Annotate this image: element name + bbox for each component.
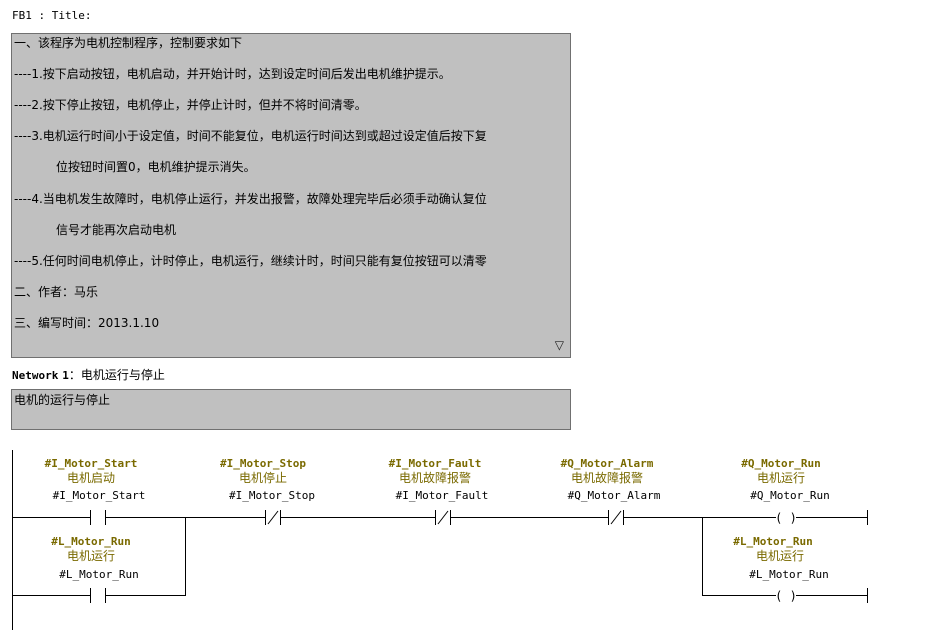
contact-address: #I_Motor_Start [53, 489, 146, 502]
comment-line: ----4.当电机发生故障时，电机停止运行，并发出报警，故障处理完毕后必须手动确… [14, 192, 487, 206]
coil-address: #Q_Motor_Run [750, 489, 829, 502]
comment-line: 位按钮时间置0，电机维护提示消失。 [56, 160, 256, 174]
contact-address: #Q_Motor_Alarm [568, 489, 661, 502]
comment-line: 一、该程序为电机控制程序，控制要求如下 [14, 36, 243, 50]
network-title: Network 1：电机运行与停止 [12, 366, 165, 383]
contact-slash [267, 510, 279, 525]
contact-comment: 电机停止 [239, 470, 287, 485]
coil-glyph: ( ) [775, 511, 797, 525]
contact-motor-run-latch[interactable]: #L_Motor_Run 电机运行 #L_Motor_Run [51, 535, 139, 603]
contact-comment: 电机故障报警 [571, 470, 643, 485]
contact-symbol: #I_Motor_Fault [389, 457, 482, 470]
network-comment[interactable]: 电机的运行与停止 [11, 389, 571, 430]
contact-address: #I_Motor_Fault [396, 489, 489, 502]
coil-q-motor-run[interactable]: #Q_Motor_Run 电机运行 #Q_Motor_Run ( ) [741, 457, 829, 525]
coil-comment: 电机运行 [756, 549, 804, 563]
contact-slash [437, 510, 449, 525]
network-name: 电机运行与停止 [80, 368, 165, 382]
contact-symbol: #L_Motor_Run [51, 535, 130, 548]
comment-line: ----3.电机运行时间小于设定值，时间不能复位，电机运行时间达到或超过设定值后… [14, 129, 487, 143]
contact-symbol: #I_Motor_Start [45, 457, 138, 470]
contact-comment: 电机故障报警 [399, 470, 471, 485]
coil-symbol: #Q_Motor_Run [741, 457, 820, 470]
coil-l-motor-run[interactable]: #L_Motor_Run 电机运行 #L_Motor_Run ( ) [733, 535, 828, 603]
network-separator: ： [68, 368, 81, 382]
contact-comment: 电机运行 [67, 549, 115, 563]
coil-glyph: ( ) [775, 589, 797, 603]
comment-line: ----5.任何时间电机停止，计时停止，电机运行，继续计时，时间只能有复位按钮可… [14, 254, 487, 268]
coil-comment: 电机运行 [757, 471, 805, 485]
contact-motor-alarm[interactable]: #Q_Motor_Alarm 电机故障报警 #Q_Motor_Alarm [561, 457, 661, 525]
comment-line: 信号才能再次启动电机 [56, 223, 177, 237]
comment-line: 二、作者：马乐 [14, 285, 99, 299]
contact-motor-fault[interactable]: #I_Motor_Fault 电机故障报警 #I_Motor_Fault [389, 457, 489, 525]
comment-line: ----2.按下停止按钮，电机停止，并停止计时，但并不将时间清零。 [14, 98, 367, 112]
network-number: 1 [62, 369, 69, 382]
contact-slash [610, 510, 622, 525]
coil-address: #L_Motor_Run [749, 568, 828, 581]
block-comment-box[interactable]: 一、该程序为电机控制程序，控制要求如下 ----1.按下启动按钮，电机启动，并开… [11, 33, 571, 358]
contact-address: #L_Motor_Run [59, 568, 138, 581]
contact-comment: 电机启动 [67, 471, 115, 485]
ladder-rung: #I_Motor_Start 电机启动 #I_Motor_Start #I_Mo… [12, 450, 868, 630]
coil-symbol: #L_Motor_Run [733, 535, 812, 548]
contact-address: #I_Motor_Stop [229, 489, 315, 502]
contact-motor-stop[interactable]: #I_Motor_Stop 电机停止 #I_Motor_Stop [220, 457, 315, 525]
comment-line: ----1.按下启动按钮，电机启动，并开始计时，达到设定时间后发出电机维护提示。 [14, 67, 451, 81]
expand-arrow-icon[interactable]: ▽ [555, 338, 564, 352]
contact-symbol: #I_Motor_Stop [220, 457, 306, 470]
network-label: Network [12, 369, 59, 382]
contact-symbol: #Q_Motor_Alarm [561, 457, 654, 470]
contact-motor-start[interactable]: #I_Motor_Start 电机启动 #I_Motor_Start [45, 457, 146, 525]
block-title: FB1 : Title: [12, 9, 92, 22]
comment-line: 三、编写时间：2013.1.10 [14, 316, 160, 330]
